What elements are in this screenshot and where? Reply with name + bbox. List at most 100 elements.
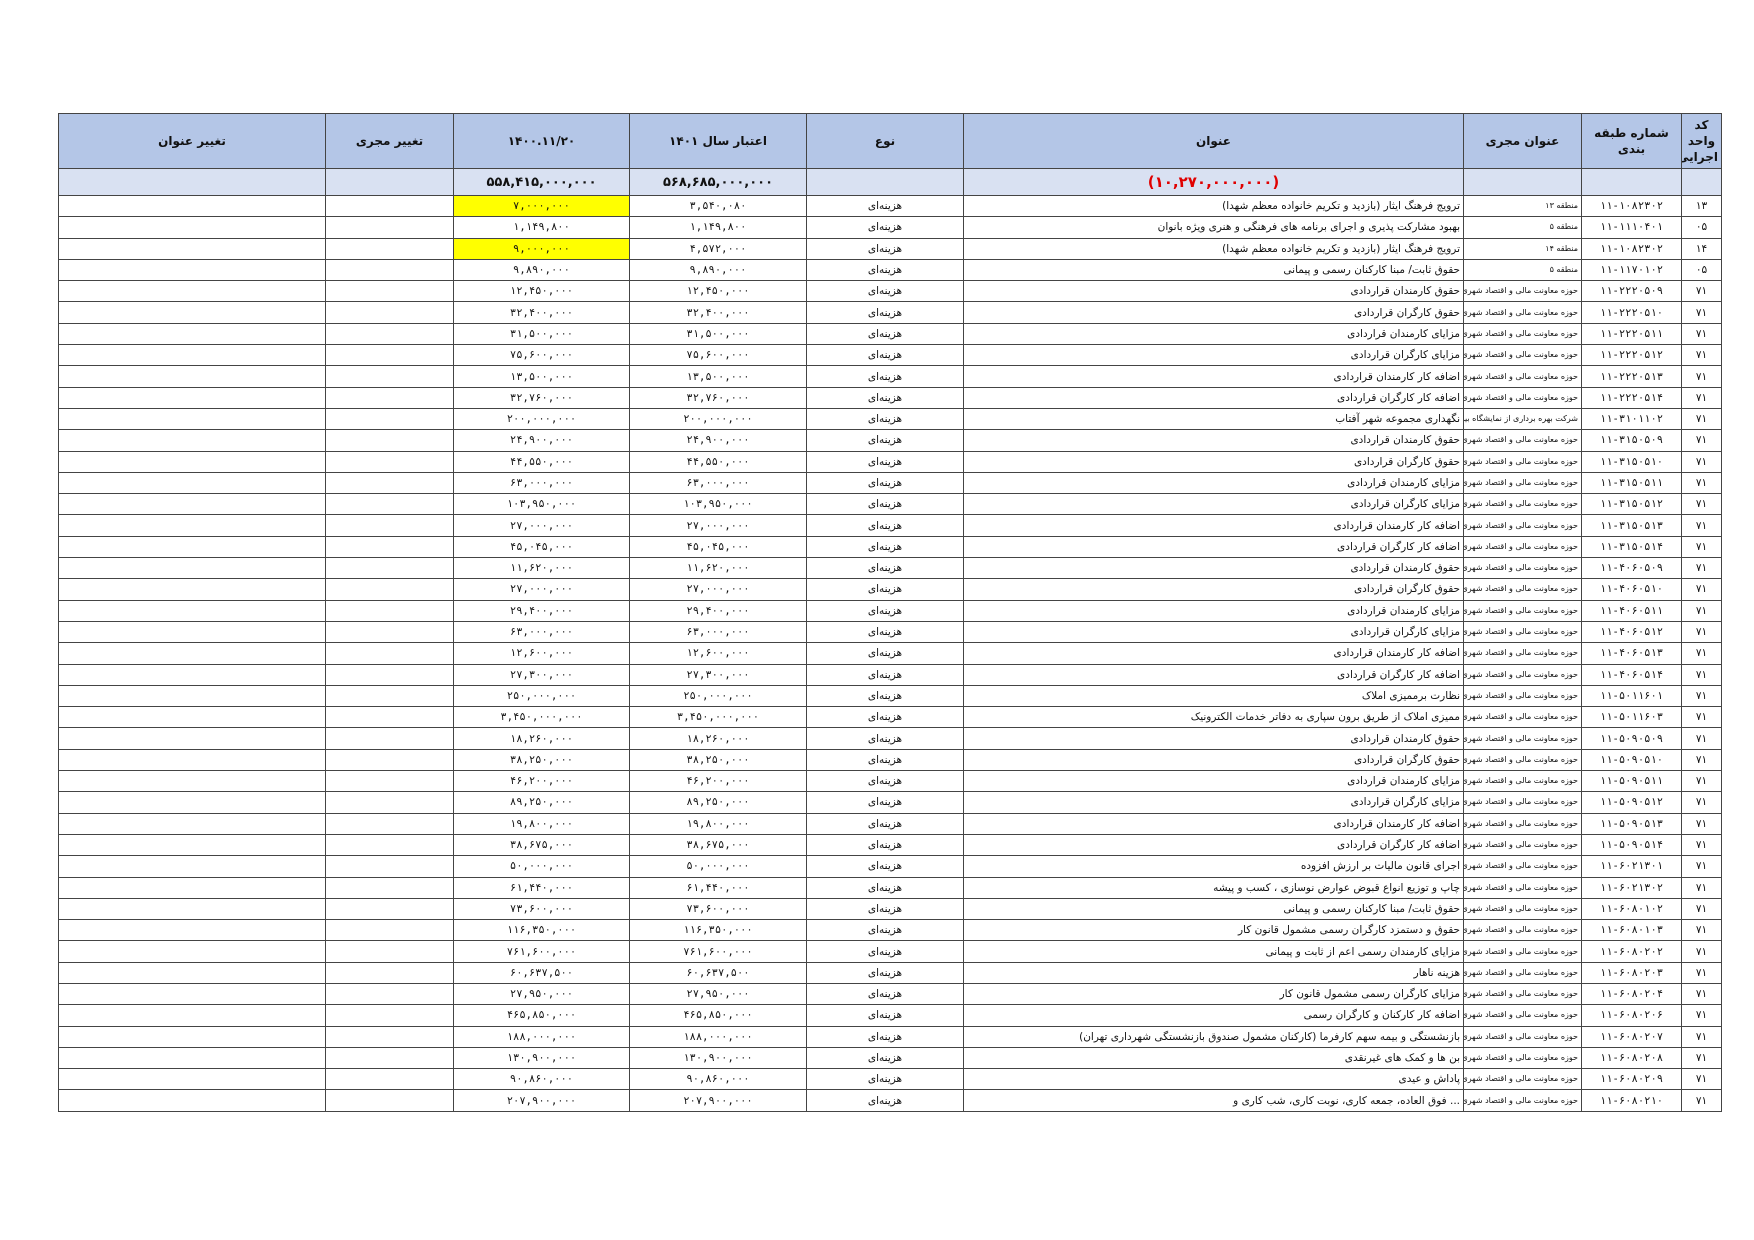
cell-type: هزینه‌ای <box>806 1089 964 1112</box>
cell-change-title <box>58 982 326 1006</box>
cell-change-title <box>58 429 326 452</box>
cell-change-title <box>58 791 326 814</box>
cell-change-title <box>58 1004 326 1027</box>
cell-change-title <box>58 578 326 601</box>
cell-type: هزینه‌ای <box>806 1046 964 1070</box>
cell-title: ... فوق العاده، جمعه کاری، نوبت کاری، شب… <box>963 1089 1464 1112</box>
cell-classification-number: ۱۱-۴۰۶۰۵۱۱ <box>1581 599 1682 622</box>
cell-budget: ۹۰,۸۶۰,۰۰۰ <box>629 1068 807 1091</box>
table-row: ۷۱ ۱۱-۴۰۶۰۵۱۰ حوزه معاونت مالی و اقتصاد شه… <box>58 578 1722 601</box>
cell-exec-unit-code: ۷۱ <box>1681 940 1722 963</box>
cell-exec-unit-code: ۷۱ <box>1681 1004 1722 1027</box>
cell-classification-number: ۱۱-۶۰۸۰۱۰۲ <box>1581 897 1682 921</box>
cell-change-title <box>58 855 326 878</box>
cell-title: حقوق کارمندان قراردادی <box>963 429 1464 452</box>
table-row: ۷۱ ۱۱-۶۰۸۰۲۰۸ حوزه معاونت مالی و اقتصاد شه… <box>58 1046 1722 1070</box>
cell-change-executor <box>325 1068 454 1091</box>
table-row: ۷۱ ۱۱-۶۰۸۰۲۰۴ حوزه معاونت مالی و اقتصاد شه… <box>58 982 1722 1006</box>
totals-change-exec-cell <box>325 168 454 196</box>
cell-change-executor <box>325 982 454 1006</box>
cell-executor: حوزه معاونت مالی و اقتصاد شهری <box>1463 812 1582 835</box>
cell-executor: حوزه معاونت مالی و اقتصاد شهری <box>1463 663 1582 686</box>
cell-budget: ۱۲,۶۰۰,۰۰۰ <box>629 642 807 665</box>
cell-executor: حوزه معاونت مالی و اقتصاد شهری <box>1463 770 1582 793</box>
cell-change-executor <box>325 876 454 899</box>
cell-title: هزینه ناهار <box>963 961 1464 984</box>
cell-type: هزینه‌ای <box>806 663 964 686</box>
cell-classification-number: ۱۱-۳۱۵۰۵۱۰ <box>1581 450 1682 473</box>
cell-type: هزینه‌ای <box>806 450 964 473</box>
cell-exec-unit-code: ۷۱ <box>1681 770 1722 793</box>
cell-title: مزایای کارمندان قراردادی <box>963 770 1464 793</box>
cell-classification-number: ۱۱-۳۱۵۰۵۱۳ <box>1581 514 1682 537</box>
cell-classification-number: ۱۱-۵۰۹۰۵۱۴ <box>1581 833 1682 857</box>
cell-change-executor <box>325 1025 454 1048</box>
cell-type: هزینه‌ای <box>806 940 964 963</box>
cell-exec-unit-code: ۱۳ <box>1681 194 1722 218</box>
cell-classification-number: ۱۱-۶۰۸۰۲۱۰ <box>1581 1089 1682 1112</box>
header-executor-title: عنوان مجری <box>1463 113 1582 169</box>
cell-title: حقوق کارمندان قراردادی <box>963 727 1464 750</box>
cell-change-executor <box>325 216 454 239</box>
cell-budget: ۱۹,۸۰۰,۰۰۰ <box>629 812 807 835</box>
cell-revised: ۲۴,۹۰۰,۰۰۰ <box>453 429 630 452</box>
cell-exec-unit-code: ۷۱ <box>1681 301 1722 324</box>
cell-exec-unit-code: ۷۱ <box>1681 706 1722 729</box>
cell-change-executor <box>325 663 454 686</box>
cell-change-title <box>58 1025 326 1048</box>
cell-change-title <box>58 812 326 835</box>
cell-title: حقوق کارمندان قراردادی <box>963 557 1464 580</box>
cell-title: بن ها و کمک های غیرنقدی <box>963 1046 1464 1070</box>
cell-title: مزایای کارگران قراردادی <box>963 493 1464 516</box>
cell-title: حقوق کارگران قراردادی <box>963 450 1464 473</box>
cell-change-executor <box>325 748 454 772</box>
cell-revised: ۱۲,۶۰۰,۰۰۰ <box>453 642 630 665</box>
cell-executor: حوزه معاونت مالی و اقتصاد شهری <box>1463 450 1582 473</box>
cell-classification-number: ۱۱-۵۰۹۰۵۱۱ <box>1581 770 1682 793</box>
header-change-executor: تغییر مجری <box>325 113 454 169</box>
cell-exec-unit-code: ۷۱ <box>1681 876 1722 899</box>
cell-change-title <box>58 833 326 857</box>
cell-exec-unit-code: ۷۱ <box>1681 1089 1722 1112</box>
cell-change-executor <box>325 344 454 367</box>
cell-title: مزایای کارگران قراردادی <box>963 620 1464 644</box>
cell-title: مزایای کارگران قراردادی <box>963 791 1464 814</box>
cell-revised: ۲۹,۴۰۰,۰۰۰ <box>453 599 630 622</box>
header-exec-unit-code: کد واحد اجرایی <box>1681 113 1722 169</box>
cell-exec-unit-code: ۷۱ <box>1681 833 1722 857</box>
cell-title: اضافه کار کارمندان قراردادی <box>963 365 1464 388</box>
cell-executor: حوزه معاونت مالی و اقتصاد شهری <box>1463 982 1582 1006</box>
cell-exec-unit-code: ۷۱ <box>1681 578 1722 601</box>
cell-budget: ۳۸,۶۷۵,۰۰۰ <box>629 833 807 857</box>
cell-budget: ۷۵,۶۰۰,۰۰۰ <box>629 344 807 367</box>
cell-exec-unit-code: ۷۱ <box>1681 919 1722 942</box>
cell-executor: منطقه ۱۳ <box>1463 194 1582 218</box>
cell-budget: ۴۶,۲۰۰,۰۰۰ <box>629 770 807 793</box>
table-row: ۷۱ ۱۱-۵۰۹۰۵۱۲ حوزه معاونت مالی و اقتصاد شه… <box>58 791 1722 814</box>
cell-title: مزایای کارگران رسمی مشمول قانون کار <box>963 982 1464 1006</box>
cell-exec-unit-code: ۷۱ <box>1681 620 1722 644</box>
cell-revised: ۱۸,۲۶۰,۰۰۰ <box>453 727 630 750</box>
cell-title: مزایای کارمندان رسمی اعم از ثابت و پیمان… <box>963 940 1464 963</box>
cell-executor: حوزه معاونت مالی و اقتصاد شهری <box>1463 1089 1582 1112</box>
cell-budget: ۱۰۳,۹۵۰,۰۰۰ <box>629 493 807 516</box>
cell-executor: حوزه معاونت مالی و اقتصاد شهری <box>1463 706 1582 729</box>
cell-type: هزینه‌ای <box>806 897 964 921</box>
cell-title: حقوق ثابت/ مبنا کارکنان رسمی و پیمانی <box>963 897 1464 921</box>
cell-executor: حوزه معاونت مالی و اقتصاد شهری <box>1463 897 1582 921</box>
cell-budget: ۶۰,۶۳۷,۵۰۰ <box>629 961 807 984</box>
cell-revised: ۱۳,۵۰۰,۰۰۰ <box>453 365 630 388</box>
cell-change-title <box>58 897 326 921</box>
cell-change-title <box>58 344 326 367</box>
cell-classification-number: ۱۱-۶۰۸۰۲۰۹ <box>1581 1068 1682 1091</box>
cell-revised: ۳,۴۵۰,۰۰۰,۰۰۰ <box>453 706 630 729</box>
cell-exec-unit-code: ۷۱ <box>1681 982 1722 1006</box>
cell-title: اضافه کار کارگران قراردادی <box>963 663 1464 686</box>
header-budget-1401: اعتبار سال ۱۴۰۱ <box>629 113 807 169</box>
cell-classification-number: ۱۱-۱۰۸۲۳۰۲ <box>1581 194 1682 218</box>
cell-exec-unit-code: ۷۱ <box>1681 727 1722 750</box>
cell-budget: ۶۳,۰۰۰,۰۰۰ <box>629 620 807 644</box>
cell-revised: ۲۷,۳۰۰,۰۰۰ <box>453 663 630 686</box>
cell-change-executor <box>325 578 454 601</box>
cell-type: هزینه‌ای <box>806 855 964 878</box>
